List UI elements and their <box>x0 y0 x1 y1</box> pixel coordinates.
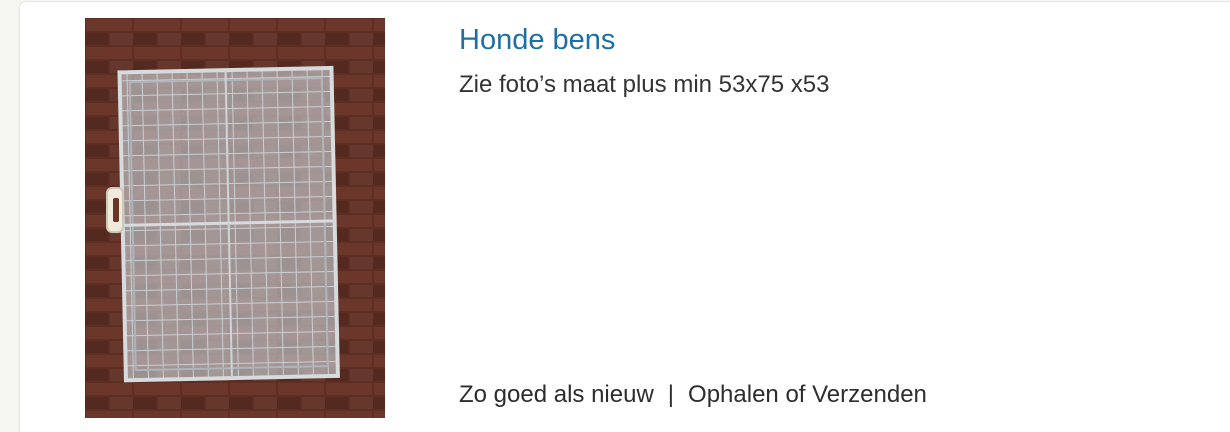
attribute-separator: | <box>667 381 675 408</box>
listing-title-link[interactable]: Honde bens <box>459 22 615 58</box>
listing-description: Zie foto’s maat plus min 53x75 x53 <box>459 71 830 98</box>
listing-attributes: Zo goed als nieuw | Ophalen of Verzenden <box>459 380 927 410</box>
condition-label: Zo goed als nieuw <box>459 381 654 408</box>
listing-card[interactable]: Honde bens Zie foto’s maat plus min 53x7… <box>20 2 1230 432</box>
delivery-label: Ophalen of Verzenden <box>688 381 927 408</box>
listing-photo[interactable] <box>85 18 385 418</box>
dog-crate-photo-image <box>85 18 385 418</box>
